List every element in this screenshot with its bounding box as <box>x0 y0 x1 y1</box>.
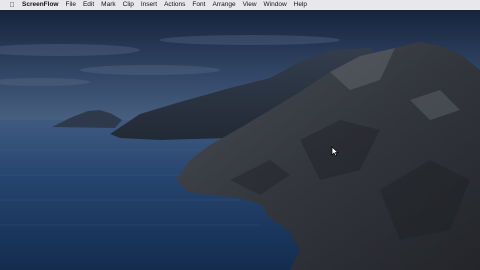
menu-help[interactable]: Help <box>294 0 307 10</box>
menu-edit[interactable]: Edit <box>83 0 94 10</box>
menu-window[interactable]: Window <box>264 0 287 10</box>
menu-clip[interactable]: Clip <box>123 0 134 10</box>
menu-app-screenflow[interactable]: ScreenFlow <box>22 0 58 10</box>
arrow-cursor-icon <box>331 146 339 157</box>
menu-insert[interactable]: Insert <box>141 0 157 10</box>
menu-font[interactable]: Font <box>192 0 205 10</box>
menu-view[interactable]: View <box>243 0 257 10</box>
menu-file[interactable]: File <box>65 0 75 10</box>
menu-arrange[interactable]: Arrange <box>212 0 235 10</box>
wallpaper-image <box>0 10 480 270</box>
menu-mark[interactable]: Mark <box>101 0 115 10</box>
menu-bar:  ScreenFlow File Edit Mark Clip Insert … <box>0 0 480 10</box>
menu-actions[interactable]: Actions <box>164 0 185 10</box>
desktop-wallpaper <box>0 10 480 270</box>
apple-icon[interactable]:  <box>8 2 16 9</box>
